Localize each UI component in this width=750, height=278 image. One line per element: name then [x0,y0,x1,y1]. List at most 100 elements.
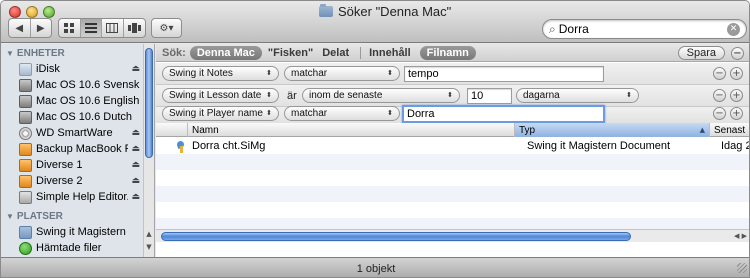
scope-label: Sök: [162,46,186,59]
column-view-icon [106,23,119,33]
search-input-value[interactable]: Dorra [559,22,727,36]
coverflow-view-button[interactable] [124,19,145,37]
criteria-days-field[interactable]: 10 [467,88,512,104]
item-count: 1 objekt [356,262,396,275]
sidebar-section-devices[interactable]: ▼ ENHETER [6,48,65,59]
back-button[interactable]: ◀ [9,19,31,37]
eject-icon[interactable]: ⏏ [128,160,140,170]
criteria-attribute-popup[interactable]: Swing it Notes ⬍ [162,66,279,81]
sidebar-item-label: Swing it Magistern [36,226,126,238]
sidebar-item-swing-it-magistern[interactable]: Swing it Magistern [19,224,140,240]
icon-view-button[interactable] [59,19,81,37]
sidebar-item-simple-help-editor[interactable]: Simple Help Editor... ⏏ [19,189,140,205]
list-view-icon [84,23,97,33]
status-bar: 1 objekt [1,257,749,277]
popup-arrows-icon: ⬍ [266,109,272,117]
sidebar-item-downloads[interactable]: Hämtade filer [19,240,140,256]
list-view-button[interactable] [80,19,102,37]
external-disk-icon [19,174,32,188]
criteria-row-player-name: Swing it Player name ⬍ matchar ⬍ Dorra −… [156,105,749,123]
criteria-row-notes: Swing it Notes ⬍ matchar ⬍ tempo − + [156,63,749,85]
criteria-unit-popup[interactable]: dagarna ⬍ [516,88,639,103]
sidebar-scrollbar[interactable]: ▲ ▼ [143,44,154,257]
titlebar: Söker "Denna Mac" ◀ ▶ ⚙▾ ⌕ Dorra ✕ [1,1,749,43]
sidebar-item-wd-smartware[interactable]: WD SmartWare ⏏ [19,125,140,141]
column-spacer [156,123,188,137]
sidebar-item-backup-macbook[interactable]: Backup MacBook Pro ⏏ [19,141,140,157]
save-search-button[interactable]: Spara [677,46,725,60]
sidebar-item-macos-dutch[interactable]: Mac OS 10.6 Dutch [19,109,140,125]
eject-icon[interactable]: ⏏ [128,64,140,74]
criteria-operator-value: inom de senaste [309,90,383,101]
criteria-operator-popup[interactable]: inom de senaste ⬍ [302,88,460,103]
add-criteria-icon[interactable]: + [730,89,743,102]
popup-arrows-icon: ⬍ [266,91,272,99]
sidebar-item-diverse-2[interactable]: Diverse 2 ⏏ [19,173,140,189]
criteria-operator-popup[interactable]: matchar ⬍ [284,66,400,81]
file-type-cell: Swing it Magistern Document [527,140,671,152]
scroll-arrows-icon[interactable]: ◀ ▶ [734,230,747,243]
criteria-value-field[interactable]: tempo [404,66,604,82]
external-disk-icon [19,158,32,172]
add-criteria-icon[interactable]: + [730,67,743,80]
criteria-attribute-value: Swing it Lesson date [169,90,262,101]
sidebar-item-label: Mac OS 10.6 Dutch [36,111,132,123]
criteria-value-field-focused[interactable]: Dorra [402,105,605,123]
popup-arrows-icon: ⬍ [447,91,453,99]
eject-icon[interactable]: ⏏ [128,176,140,186]
sidebar-places-header: PLATSER [16,211,63,222]
popup-arrows-icon: ⬍ [626,91,632,99]
sidebar-scroll-thumb[interactable] [145,48,153,158]
popup-arrows-icon: ⬍ [387,69,393,77]
search-field[interactable]: ⌕ Dorra ✕ [542,19,747,39]
sidebar-item-macos-english[interactable]: Mac OS 10.6 English [19,93,140,109]
scroll-down-arrow-icon[interactable]: ▼ [145,243,153,251]
column-last-label: Senast [714,124,746,136]
scope-divider [360,46,362,59]
popup-arrows-icon: ⬍ [387,109,393,117]
back-forward-control: ◀ ▶ [8,18,52,38]
remove-criteria-icon[interactable]: − [713,89,726,102]
horizontal-scrollbar[interactable]: ◀ ▶ [156,229,749,243]
remove-criteria-icon[interactable]: − [713,107,726,120]
sidebar-item-macos-svensk[interactable]: Mac OS 10.6 Svensk [19,77,140,93]
hard-disk-icon [19,94,32,108]
column-name[interactable]: Namn [188,123,515,137]
action-menu-button[interactable]: ⚙▾ [151,18,182,38]
scope-contents-button[interactable]: Innehåll [369,47,411,59]
forward-button[interactable]: ▶ [31,19,52,37]
add-criteria-icon[interactable]: + [730,107,743,120]
sidebar-item-diverse-1[interactable]: Diverse 1 ⏏ [19,157,140,173]
close-window-button[interactable] [9,6,21,18]
empty-row [156,202,749,218]
eject-icon[interactable]: ⏏ [128,128,140,138]
hard-disk-icon [19,78,32,92]
empty-row [156,170,749,186]
eject-icon[interactable]: ⏏ [128,144,140,154]
clear-search-icon[interactable]: ✕ [727,22,740,36]
scope-shared-button[interactable]: Delat [322,47,349,59]
remove-scope-icon[interactable]: − [731,47,744,60]
resize-grip-icon[interactable] [737,263,747,273]
scope-fisken-button[interactable]: "Fisken" [268,47,313,59]
scroll-up-arrow-icon[interactable]: ▲ [145,230,153,238]
file-name-cell: Dorra cht.SiMg [176,138,506,154]
scope-filename-button[interactable]: Filnamn [419,45,476,60]
empty-row [156,218,749,229]
column-name-label: Namn [192,124,219,136]
column-type[interactable]: Typ ▲ [515,123,710,137]
sidebar-section-places[interactable]: ▼ PLATSER [6,211,63,222]
minimize-window-button[interactable] [26,6,38,18]
horizontal-scroll-thumb[interactable] [161,232,631,241]
eject-icon[interactable]: ⏏ [128,192,140,202]
column-last-opened[interactable]: Senast [710,123,749,137]
scope-this-mac-button[interactable]: Denna Mac [189,45,262,60]
criteria-attribute-popup[interactable]: Swing it Lesson date ⬍ [162,88,279,103]
criteria-attribute-popup[interactable]: Swing it Player name ⬍ [162,106,279,121]
criteria-operator-popup[interactable]: matchar ⬍ [284,106,400,121]
table-row[interactable]: Dorra cht.SiMg Swing it Magistern Docume… [156,138,749,154]
sidebar-item-idisk[interactable]: iDisk ⏏ [19,61,140,77]
zoom-window-button[interactable] [43,6,55,18]
column-view-button[interactable] [102,19,124,37]
remove-criteria-icon[interactable]: − [713,67,726,80]
